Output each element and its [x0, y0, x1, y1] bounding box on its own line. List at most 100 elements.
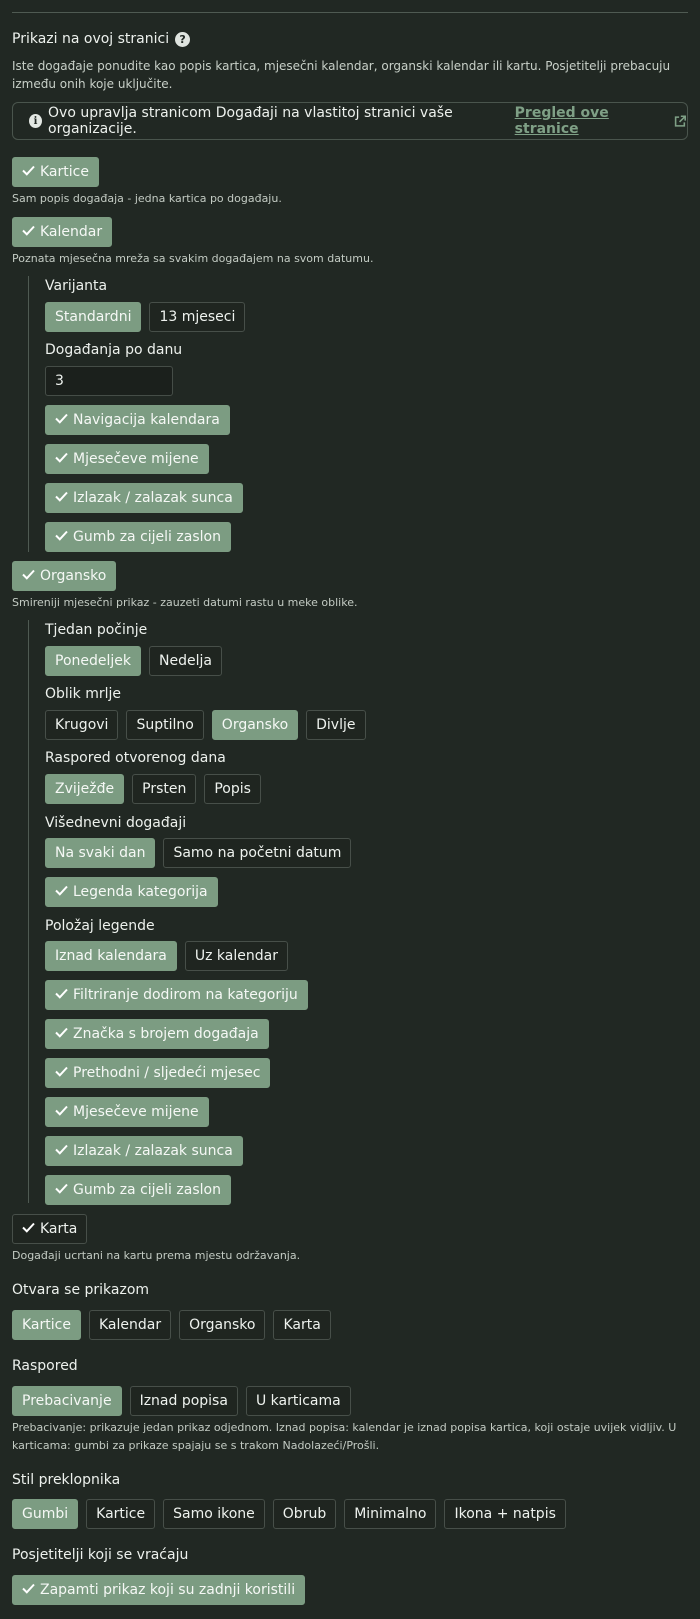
blob-shape-label: Oblik mrlje [45, 686, 122, 702]
layout-option-popis[interactable]: Popis [204, 774, 261, 804]
section-title: Prikazi na ovoj stranici ? [12, 29, 191, 49]
view-toggle-label: Organsko [40, 568, 107, 584]
week-start-ponedeljek[interactable]: Ponedeljek [45, 646, 141, 676]
toggle-label: Mjesečeve mijene [73, 451, 199, 467]
organsko-toggle-fullscreen[interactable]: Gumb za cijeli zaslon [45, 1175, 231, 1205]
layout-u-karticama[interactable]: U karticama [245, 1386, 351, 1416]
switcher-obrub[interactable]: Obrub [272, 1499, 337, 1529]
toggle-label: Legenda kategorija [73, 884, 208, 900]
view-toggle-label: Kalendar [40, 224, 103, 240]
switcher-kartice[interactable]: Kartice [86, 1499, 156, 1529]
organsko-toggle-moon-phases[interactable]: Mjesečeve mijene [45, 1097, 209, 1127]
kalendar-toggle-moon-phases[interactable]: Mjesečeve mijene [45, 444, 209, 474]
layout-option-zvijezde[interactable]: Zviježđe [45, 774, 125, 804]
view-toggle-kartice[interactable]: Kartice [12, 157, 99, 187]
kalendar-description: Poznata mjesečna mreža sa svakim događaj… [12, 252, 374, 265]
variant-label: Varijanta [45, 278, 108, 294]
check-icon [55, 1182, 68, 1198]
view-toggle-label: Kartice [40, 164, 89, 180]
check-icon [55, 1065, 68, 1081]
organsko-toggle-count-badge[interactable]: Značka s brojem događaja [45, 1019, 269, 1049]
toggle-label: Navigacija kalendara [73, 412, 220, 428]
toggle-label: Značka s brojem događaja [73, 1026, 259, 1042]
organsko-toggle-sunrise-sunset[interactable]: Izlazak / zalazak sunca [45, 1136, 243, 1166]
opens-with-karta[interactable]: Karta [273, 1310, 331, 1340]
organsko-toggle-prev-next[interactable]: Prethodni / sljedeći mjesec [45, 1058, 271, 1088]
view-toggle-karta[interactable]: Karta [12, 1214, 88, 1244]
toggle-label: Mjesečeve mijene [73, 1104, 199, 1120]
check-icon [55, 412, 68, 428]
kalendar-toggle-sunrise-sunset[interactable]: Izlazak / zalazak sunca [45, 483, 243, 513]
check-icon [22, 164, 35, 180]
toggle-label: Izlazak / zalazak sunca [73, 490, 233, 506]
remember-last-view-toggle[interactable]: Zapamti prikaz koji su zadnji koristili [12, 1575, 306, 1605]
view-toggle-kalendar[interactable]: Kalendar [12, 217, 113, 247]
check-icon [22, 568, 35, 584]
check-icon [55, 451, 68, 467]
external-link-icon[interactable] [673, 114, 687, 129]
switcher-gumbi[interactable]: Gumbi [12, 1499, 79, 1529]
switcher-minimalno[interactable]: Minimalno [344, 1499, 437, 1529]
check-icon [55, 1143, 68, 1159]
layout-description: Prebacivanje: prikazuje jedan prikaz odj… [12, 1421, 677, 1452]
variant-option-13-mjeseci[interactable]: 13 mjeseci [149, 302, 246, 332]
switcher-ikona-natpis[interactable]: Ikona + natpis [444, 1499, 566, 1529]
notice-box: i Ovo upravlja stranicom Događaji na vla… [12, 102, 688, 140]
check-icon [55, 529, 68, 545]
legend-position-beside[interactable]: Uz kalendar [184, 941, 288, 971]
legend-position-above[interactable]: Iznad kalendara [45, 941, 177, 971]
open-day-layout-label: Raspored otvorenog dana [45, 750, 226, 766]
toggle-label: Filtriranje dodirom na kategoriju [73, 987, 298, 1003]
kartice-description: Sam popis događaja - jedna kartica po do… [12, 192, 282, 205]
multiday-option-every-day[interactable]: Na svaki dan [45, 838, 156, 868]
check-icon [55, 1104, 68, 1120]
help-icon[interactable]: ? [175, 31, 191, 47]
notice-text: Ovo upravlja stranicom Događaji na vlast… [48, 105, 453, 137]
organsko-description: Smireniji mjesečni prikaz - zauzeti datu… [12, 596, 358, 609]
switcher-samo-ikone[interactable]: Samo ikone [163, 1499, 265, 1529]
section-description: Iste događaje ponudite kao popis kartica… [12, 59, 671, 91]
toggle-label: Zapamti prikaz koji su zadnji koristili [40, 1582, 296, 1598]
check-icon [55, 1026, 68, 1042]
check-icon [22, 1221, 35, 1237]
organsko-toggle-category-filter[interactable]: Filtriranje dodirom na kategoriju [45, 980, 308, 1010]
blob-option-divlje[interactable]: Divlje [306, 710, 366, 740]
view-toggle-label: Karta [40, 1221, 78, 1237]
opens-with-label: Otvara se prikazom [12, 1282, 150, 1298]
organsko-options-guide [28, 620, 29, 1203]
opens-with-kartice[interactable]: Kartice [12, 1310, 81, 1340]
kalendar-toggle-fullscreen[interactable]: Gumb za cijeli zaslon [45, 522, 231, 552]
organsko-toggle-legend[interactable]: Legenda kategorija [45, 877, 218, 907]
multiday-option-start-date[interactable]: Samo na početni datum [163, 838, 352, 868]
top-divider [12, 12, 688, 13]
toggle-label: Gumb za cijeli zaslon [73, 529, 221, 545]
layout-prebacivanje[interactable]: Prebacivanje [12, 1386, 122, 1416]
switcher-style-label: Stil preklopnika [12, 1472, 121, 1488]
multiday-label: Višednevni događaji [45, 815, 187, 831]
blob-option-krugovi[interactable]: Krugovi [45, 710, 119, 740]
returning-visitors-label: Posjetitelji koji se vraćaju [12, 1547, 189, 1563]
week-start-nedelja[interactable]: Nedelja [149, 646, 222, 676]
kalendar-options-guide [28, 276, 29, 552]
kalendar-toggle-navigation[interactable]: Navigacija kalendara [45, 405, 230, 435]
layout-option-prsten[interactable]: Prsten [132, 774, 197, 804]
check-icon [22, 1582, 35, 1598]
check-icon [55, 490, 68, 506]
per-day-label: Događanja po danu [45, 342, 183, 358]
blob-option-suptilno[interactable]: Suptilno [126, 710, 204, 740]
check-icon [55, 987, 68, 1003]
toggle-label: Prethodni / sljedeći mjesec [73, 1065, 261, 1081]
preview-page-link[interactable]: Pregled ove stranice [515, 105, 666, 137]
karta-description: Događaji ucrtani na kartu prema mjestu o… [12, 1249, 301, 1262]
check-icon [22, 224, 35, 240]
legend-position-label: Položaj legende [45, 918, 155, 934]
opens-with-organsko[interactable]: Organsko [179, 1310, 266, 1340]
toggle-label: Izlazak / zalazak sunca [73, 1143, 233, 1159]
toggle-label: Gumb za cijeli zaslon [73, 1182, 221, 1198]
layout-iznad-popisa[interactable]: Iznad popisa [129, 1386, 238, 1416]
opens-with-kalendar[interactable]: Kalendar [88, 1310, 172, 1340]
variant-option-standardni[interactable]: Standardni [45, 302, 142, 332]
blob-option-organsko[interactable]: Organsko [211, 710, 299, 740]
per-day-input[interactable] [45, 366, 173, 396]
view-toggle-organsko[interactable]: Organsko [12, 561, 117, 591]
